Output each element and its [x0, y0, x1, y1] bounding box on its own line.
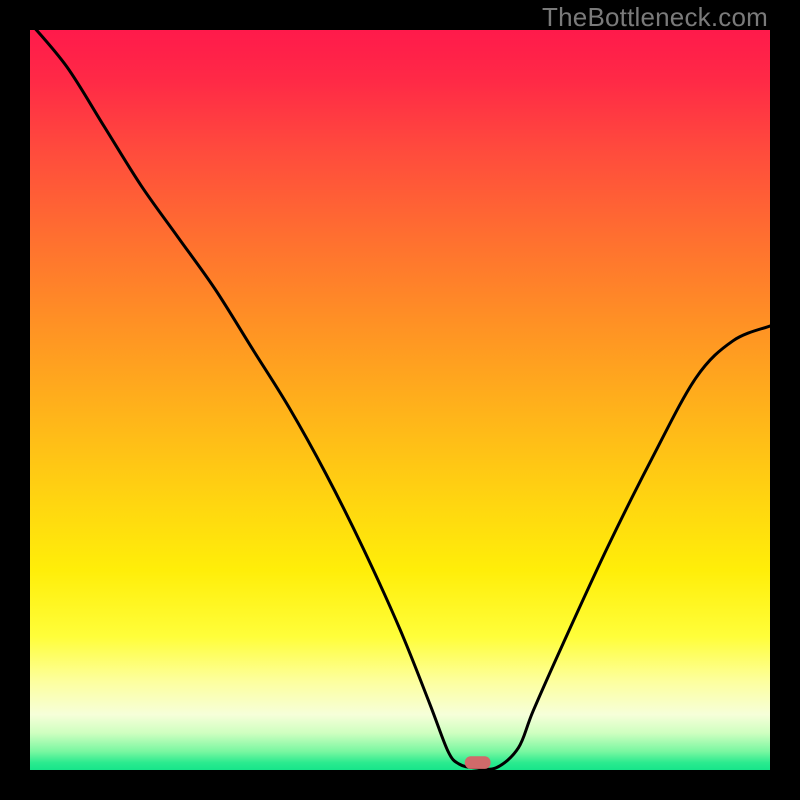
- bottleneck-chart: [30, 30, 770, 770]
- watermark-label: TheBottleneck.com: [542, 2, 768, 33]
- chart-frame: [30, 30, 770, 770]
- chart-background: [30, 30, 770, 770]
- minimum-marker: [465, 756, 491, 769]
